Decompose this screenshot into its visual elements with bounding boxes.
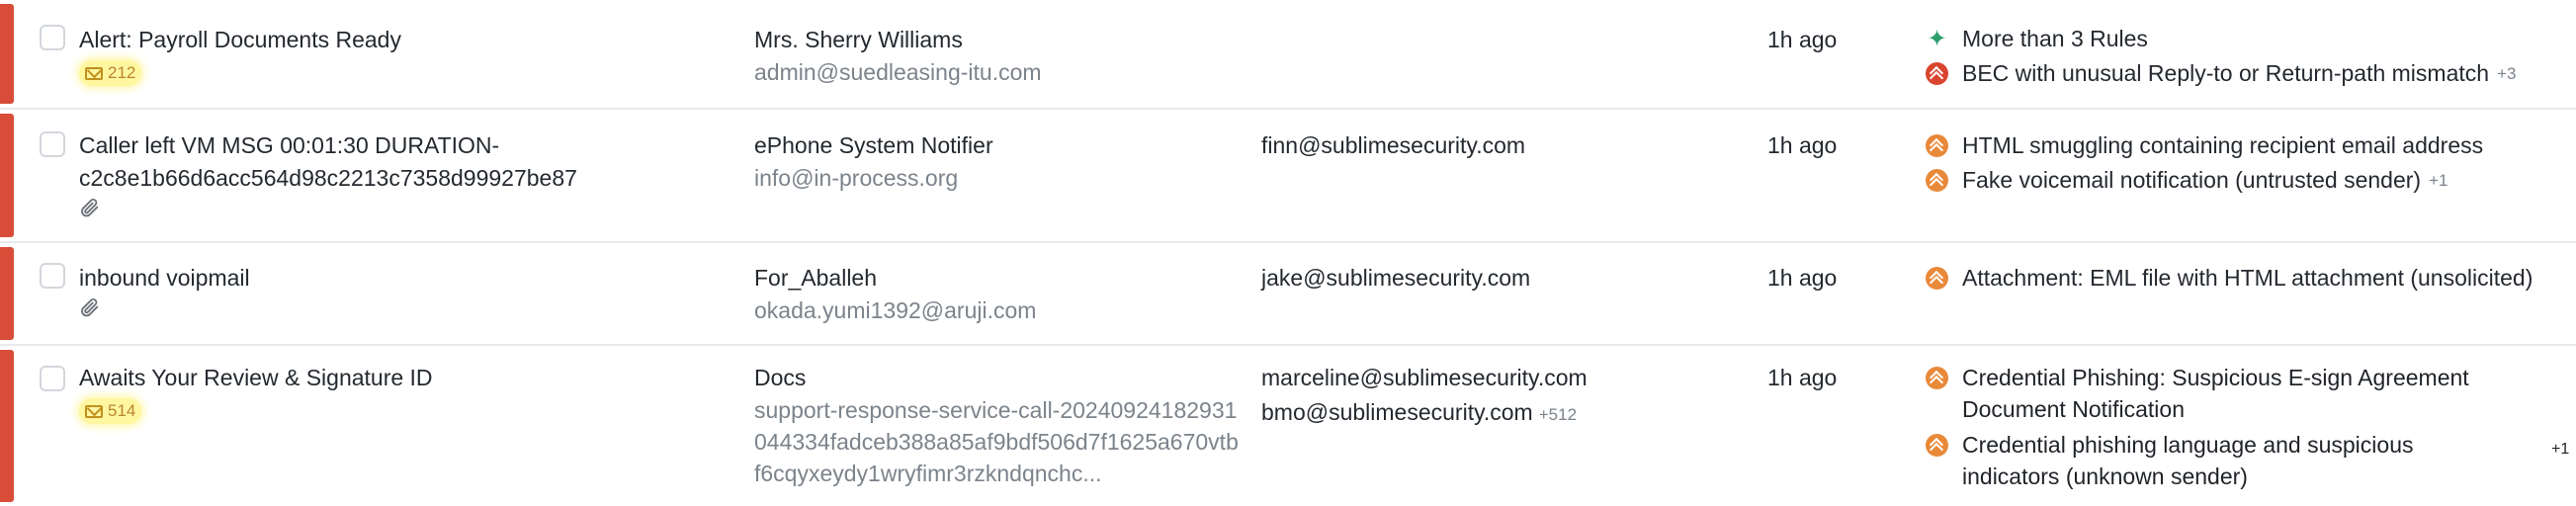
rule-name: Fake voicemail notification (untrusted s… xyxy=(1962,167,2422,193)
recipient-more-count[interactable]: +512 xyxy=(1539,405,1577,424)
recipient-email: bmo@sublimesecurity.com +512 xyxy=(1261,396,1756,431)
paperclip-icon xyxy=(81,297,99,317)
table-row[interactable]: Alert: Payroll Documents Ready 212 Mrs. … xyxy=(0,0,2576,110)
rule-item[interactable]: Fake voicemail notification (untrusted s… xyxy=(1926,163,2576,198)
sender-name: Docs xyxy=(754,365,807,390)
rule-name: BEC with unusual Reply-to or Return-path… xyxy=(1962,60,2490,86)
severity-high-icon xyxy=(1926,62,1948,86)
rule-more-count[interactable]: +3 xyxy=(2497,64,2516,84)
timestamp: 1h ago xyxy=(1767,132,1838,158)
timestamp: 1h ago xyxy=(1767,365,1838,390)
severity-indicator-bar xyxy=(0,114,14,237)
rule-item[interactable]: BEC with unusual Reply-to or Return-path… xyxy=(1926,56,2576,91)
table-row[interactable]: inbound voipmail For_Aballeh okada.yumi1… xyxy=(0,243,2576,346)
message-count-badge[interactable]: 212 xyxy=(79,60,142,86)
table-row[interactable]: Caller left VM MSG 00:01:30 DURATION- c2… xyxy=(0,110,2576,243)
subject-cell: Caller left VM MSG 00:01:30 DURATION- c2… xyxy=(79,129,692,223)
sender-email: admin@suedleasing-itu.com xyxy=(754,59,1042,85)
row-checkbox[interactable] xyxy=(40,366,65,391)
rule-item[interactable]: ✦ More than 3 Rules xyxy=(1926,22,2576,56)
rule-name: Attachment: EML file with HTML attachmen… xyxy=(1962,265,2533,291)
row-checkbox[interactable] xyxy=(40,131,65,157)
paperclip-icon xyxy=(81,198,99,217)
message-count-badge[interactable]: 514 xyxy=(79,398,142,424)
rules-cell: HTML smuggling containing recipient emai… xyxy=(1926,128,2576,198)
sender-name: Mrs. Sherry Williams xyxy=(754,27,963,52)
envelope-icon xyxy=(85,404,103,418)
table-row[interactable]: Awaits Your Review & Signature ID 514 Do… xyxy=(0,346,2576,506)
recipient-email: jake@sublimesecurity.com xyxy=(1261,265,1531,291)
rule-name: Credential Phishing: Suspicious E-sign A… xyxy=(1962,365,2469,390)
row-checkbox[interactable] xyxy=(40,263,65,289)
subject-text-cont: c2c8e1b66d6acc564d98c2213c7358d99927be87 xyxy=(79,165,577,191)
subject-text: Caller left VM MSG 00:01:30 DURATION- xyxy=(79,132,500,158)
rule-item[interactable]: Credential phishing language and suspici… xyxy=(1926,429,2576,492)
rule-name-cont: indicators (unknown sender) xyxy=(1962,464,2248,489)
recipient-email-2: bmo@sublimesecurity.com xyxy=(1261,399,1533,425)
subject-text: inbound voipmail xyxy=(79,265,250,291)
rule-item[interactable]: HTML smuggling containing recipient emai… xyxy=(1926,128,2576,163)
sparkle-icon: ✦ xyxy=(1927,26,1947,52)
rule-more-count[interactable]: +1 xyxy=(2429,171,2447,191)
message-count: 212 xyxy=(108,63,136,82)
rule-name: HTML smuggling containing recipient emai… xyxy=(1962,132,2484,158)
rule-name: Credential phishing language and suspici… xyxy=(1962,432,2414,458)
rule-name-cont: Document Notification xyxy=(1962,396,2185,422)
severity-medium-icon xyxy=(1926,134,1948,158)
message-list: Alert: Payroll Documents Ready 212 Mrs. … xyxy=(0,0,2576,506)
recipient-email: marceline@sublimesecurity.com xyxy=(1261,365,1588,390)
rule-name: More than 3 Rules xyxy=(1962,26,2148,51)
sender-cell: ePhone System Notifier info@in-process.o… xyxy=(754,129,1248,195)
subject-cell: inbound voipmail xyxy=(79,262,692,323)
sender-cell: Mrs. Sherry Williams admin@suedleasing-i… xyxy=(754,24,1248,89)
sender-cell: For_Aballeh okada.yumi1392@aruji.com xyxy=(754,262,1248,327)
subject-cell: Awaits Your Review & Signature ID 514 xyxy=(79,362,692,424)
rules-cell: Credential Phishing: Suspicious E-sign A… xyxy=(1926,362,2576,492)
severity-medium-icon xyxy=(1926,169,1948,193)
subject-text: Alert: Payroll Documents Ready xyxy=(79,27,401,52)
timestamp: 1h ago xyxy=(1767,27,1838,52)
subject-text: Awaits Your Review & Signature ID xyxy=(79,365,433,390)
severity-indicator-bar xyxy=(0,350,14,502)
recipient-email: finn@sublimesecurity.com xyxy=(1261,132,1526,158)
rule-item[interactable]: Attachment: EML file with HTML attachmen… xyxy=(1926,261,2576,295)
severity-medium-icon xyxy=(1926,267,1948,291)
severity-medium-icon xyxy=(1926,434,1948,458)
sender-email: okada.yumi1392@aruji.com xyxy=(754,297,1037,323)
severity-medium-icon xyxy=(1926,367,1948,390)
attachment-indicator xyxy=(79,296,692,323)
recipient-cell: jake@sublimesecurity.com xyxy=(1261,262,1756,295)
sender-name: ePhone System Notifier xyxy=(754,132,993,158)
row-checkbox[interactable] xyxy=(40,25,65,50)
subject-cell: Alert: Payroll Documents Ready 212 xyxy=(79,24,692,86)
message-count: 514 xyxy=(108,401,136,420)
sender-cell: Docs support-response-service-call-20240… xyxy=(754,362,1239,489)
rules-cell: Attachment: EML file with HTML attachmen… xyxy=(1926,261,2576,295)
timestamp: 1h ago xyxy=(1767,265,1838,291)
recipient-cell: marceline@sublimesecurity.com bmo@sublim… xyxy=(1261,362,1756,431)
severity-indicator-bar xyxy=(0,4,14,104)
attachment-indicator xyxy=(79,197,692,223)
rule-more-count[interactable]: +1 xyxy=(2551,441,2569,459)
severity-indicator-bar xyxy=(0,247,14,340)
rules-cell: ✦ More than 3 Rules BEC with unusual Rep… xyxy=(1926,22,2576,91)
sender-email: info@in-process.org xyxy=(754,165,959,191)
recipient-cell: finn@sublimesecurity.com xyxy=(1261,129,1756,162)
sender-email: support-response-service-call-2024092418… xyxy=(754,397,1239,486)
sender-name: For_Aballeh xyxy=(754,265,878,291)
rule-item[interactable]: Credential Phishing: Suspicious E-sign A… xyxy=(1926,362,2576,425)
envelope-icon xyxy=(85,66,103,80)
